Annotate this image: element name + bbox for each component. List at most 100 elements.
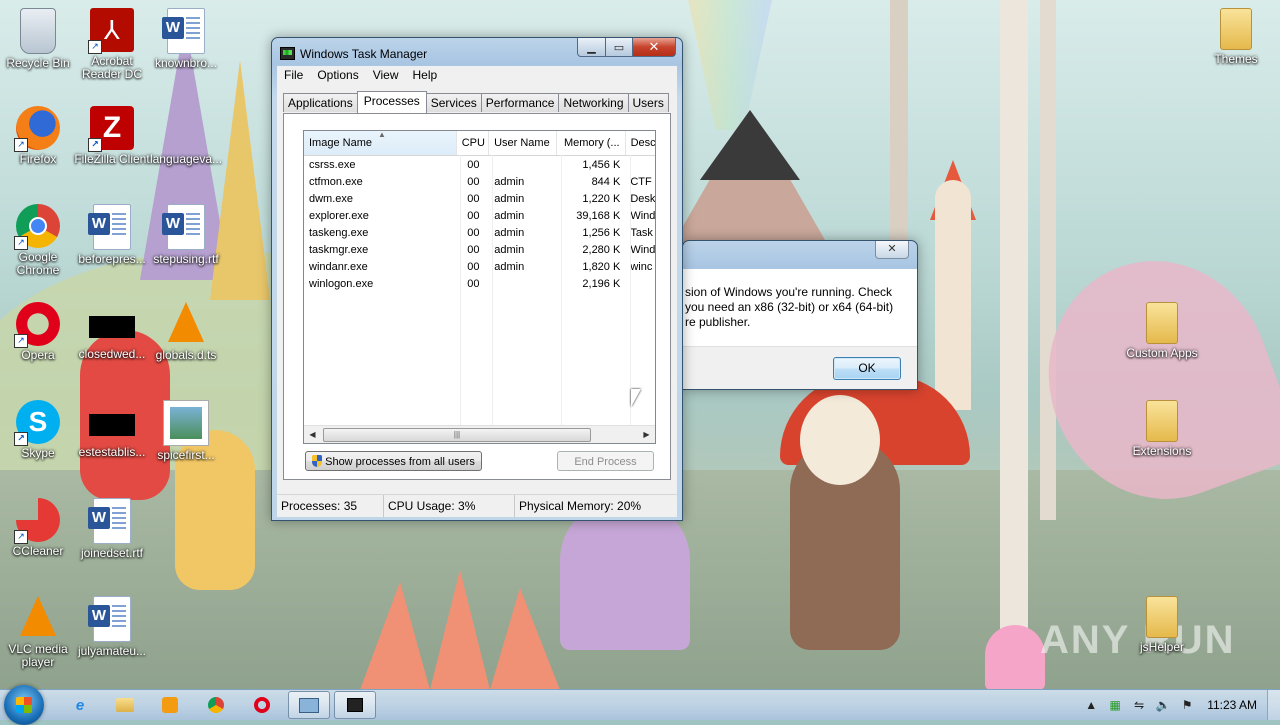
process-user bbox=[489, 157, 557, 174]
taskbar-chrome[interactable] bbox=[196, 691, 236, 719]
table-row[interactable]: ctfmon.exe 00 admin 844 K CTF bbox=[304, 174, 655, 191]
network-icon[interactable]: ⇋ bbox=[1131, 698, 1147, 712]
task-manager-icon bbox=[347, 698, 363, 712]
process-memory: 39,168 K bbox=[576, 210, 621, 222]
tab-processes[interactable]: Processes bbox=[356, 91, 427, 113]
desktop-icon-estestablis[interactable]: estestablis... bbox=[74, 400, 150, 459]
desktop-icon-spicefirst[interactable]: spicefirst... bbox=[148, 400, 224, 462]
menu-view[interactable]: View bbox=[366, 66, 406, 85]
desktop-icon-extensions[interactable]: Extensions bbox=[1124, 400, 1200, 458]
table-row[interactable]: csrss.exe 00 1,456 K bbox=[304, 157, 655, 174]
taskbar-installer[interactable] bbox=[288, 691, 330, 719]
dialog-close-button[interactable]: ✕ bbox=[875, 241, 909, 259]
clock[interactable]: 11:23 AM bbox=[1207, 698, 1257, 712]
ok-button[interactable]: OK bbox=[833, 357, 901, 380]
scrollbar-thumb[interactable]: ||| bbox=[323, 428, 591, 442]
desktop-icon-vlc[interactable]: VLC media player bbox=[0, 596, 76, 669]
table-row[interactable]: windanr.exe 00 admin 1,820 K winc bbox=[304, 259, 655, 276]
end-process-button[interactable]: End Process bbox=[557, 451, 654, 471]
table-row[interactable]: taskeng.exe 00 admin 1,256 K Task bbox=[304, 225, 655, 242]
desktop-icon-stepusing[interactable]: stepusing.rtf bbox=[148, 204, 224, 266]
chrome-icon: ↗ bbox=[14, 204, 60, 250]
volume-icon[interactable]: 🔈 bbox=[1155, 698, 1171, 712]
close-button[interactable]: ✕ bbox=[633, 38, 676, 57]
desktop-icon-recycle-bin[interactable]: Recycle Bin bbox=[0, 8, 76, 70]
desktop-icon-filezilla[interactable]: Z ↗ FileZilla Client bbox=[74, 106, 150, 166]
taskbar-opera[interactable] bbox=[242, 691, 282, 719]
tab-users[interactable]: Users bbox=[627, 93, 669, 112]
column-user-name[interactable]: User Name bbox=[489, 131, 558, 155]
desktop-icon-globals[interactable]: globals.d.ts bbox=[148, 302, 224, 362]
desktop-icon-languageva[interactable]: languageva... bbox=[148, 106, 224, 166]
table-row[interactable]: winlogon.exe 00 2,196 K bbox=[304, 276, 655, 293]
tab-performance[interactable]: Performance bbox=[480, 93, 560, 112]
desktop-icon-beforepres[interactable]: beforepres... bbox=[74, 204, 150, 266]
desktop-icon-jshelper[interactable]: jsHelper bbox=[1124, 596, 1200, 654]
wallpaper-tree bbox=[890, 0, 908, 260]
action-center-flag-icon[interactable]: ⚑ bbox=[1179, 698, 1195, 712]
minimize-button[interactable]: ▁ bbox=[577, 38, 606, 57]
desktop-icon-ccleaner[interactable]: ↗ CCleaner bbox=[0, 498, 76, 558]
column-cpu[interactable]: CPU bbox=[457, 131, 490, 155]
column-memory[interactable]: Memory (... bbox=[557, 131, 626, 155]
process-user bbox=[489, 276, 557, 293]
taskbar-media-player[interactable] bbox=[150, 691, 190, 719]
desktop-icon-closedwed[interactable]: closedwed... bbox=[74, 302, 150, 361]
horizontal-scrollbar[interactable]: ◀ ||| ▶ bbox=[304, 425, 655, 443]
dialog-content: sion of Windows you're running. Check yo… bbox=[683, 269, 917, 389]
column-image-name[interactable]: Image Name ▲ bbox=[304, 131, 457, 155]
process-list[interactable]: Image Name ▲ CPU User Name Memory (... De… bbox=[303, 130, 656, 444]
process-memory: 1,256 K bbox=[582, 227, 621, 239]
process-cpu: 00 bbox=[467, 261, 480, 273]
desktop-icon-themes[interactable]: Themes bbox=[1198, 8, 1274, 66]
task-manager-window[interactable]: Windows Task Manager ▁ ▭ ✕ File Options … bbox=[271, 37, 683, 521]
sort-ascending-icon: ▲ bbox=[378, 131, 386, 139]
table-row[interactable]: dwm.exe 00 admin 1,220 K Desk bbox=[304, 191, 655, 208]
menu-file[interactable]: File bbox=[277, 66, 310, 85]
vlc-icon bbox=[20, 596, 56, 636]
status-processes: Processes: 35 bbox=[277, 495, 384, 517]
desktop-icon-skype[interactable]: S ↗ Skype bbox=[0, 400, 76, 460]
table-row[interactable]: taskmgr.exe 00 admin 2,280 K Wind bbox=[304, 242, 655, 259]
desktop-icon-custom-apps[interactable]: Custom Apps bbox=[1124, 302, 1200, 360]
processes-panel: Image Name ▲ CPU User Name Memory (... De… bbox=[283, 113, 671, 480]
desktop-icon-joinedset[interactable]: joinedset.rtf bbox=[74, 498, 150, 560]
task-manager-tray-icon[interactable]: ▦ bbox=[1107, 698, 1123, 712]
taskbar-explorer[interactable] bbox=[105, 691, 145, 719]
process-user: admin bbox=[494, 176, 525, 188]
filezilla-icon: Z ↗ bbox=[88, 106, 134, 152]
installer-dialog[interactable]: ✕ sion of Windows you're running. Check … bbox=[682, 240, 918, 390]
desktop-icon-acrobat[interactable]: ⅄ ↗ Acrobat Reader DC bbox=[74, 8, 150, 81]
column-description[interactable]: Desc bbox=[626, 131, 655, 155]
tab-services[interactable]: Services bbox=[425, 93, 482, 112]
show-desktop-button[interactable] bbox=[1267, 690, 1280, 720]
start-button[interactable] bbox=[4, 685, 44, 725]
desktop-icon-julyamateu[interactable]: julyamateu... bbox=[74, 596, 150, 658]
show-hidden-icons-icon[interactable]: ▲ bbox=[1083, 698, 1099, 712]
tab-networking[interactable]: Networking bbox=[558, 93, 629, 112]
process-memory: 2,280 K bbox=[582, 244, 621, 256]
scroll-left-arrow-icon[interactable]: ◀ bbox=[304, 426, 321, 443]
opera-icon bbox=[254, 697, 270, 713]
maximize-button[interactable]: ▭ bbox=[606, 38, 633, 57]
folder-icon bbox=[1146, 596, 1178, 638]
process-rows: csrss.exe 00 1,456 K ctfmon.exe 00 admin… bbox=[304, 156, 655, 293]
desktop-icon-knownbro[interactable]: knownbro... bbox=[148, 8, 224, 70]
show-all-processes-button[interactable]: Show processes from all users bbox=[305, 451, 482, 471]
title-bar[interactable]: Windows Task Manager ▁ ▭ ✕ bbox=[272, 38, 682, 66]
chrome-icon bbox=[208, 697, 224, 713]
desktop-icon-chrome[interactable]: ↗ Google Chrome bbox=[0, 204, 76, 277]
tab-applications[interactable]: Applications bbox=[283, 93, 358, 112]
process-name: dwm.exe bbox=[309, 193, 354, 205]
taskbar: e ▲ ▦ ⇋ 🔈 ⚑ 11:23 AM bbox=[0, 685, 1280, 725]
table-row[interactable]: explorer.exe 00 admin 39,168 K Wind bbox=[304, 208, 655, 225]
scroll-right-arrow-icon[interactable]: ▶ bbox=[638, 426, 655, 443]
shortcut-arrow-icon: ↗ bbox=[14, 334, 28, 348]
menu-options[interactable]: Options bbox=[310, 66, 365, 85]
desktop-icon-opera[interactable]: ↗ Opera bbox=[0, 302, 76, 362]
column-divider bbox=[630, 155, 631, 426]
taskbar-task-manager[interactable] bbox=[334, 691, 376, 719]
desktop-icon-firefox[interactable]: ↗ Firefox bbox=[0, 106, 76, 166]
menu-help[interactable]: Help bbox=[406, 66, 445, 85]
taskbar-internet-explorer[interactable]: e bbox=[60, 691, 100, 719]
